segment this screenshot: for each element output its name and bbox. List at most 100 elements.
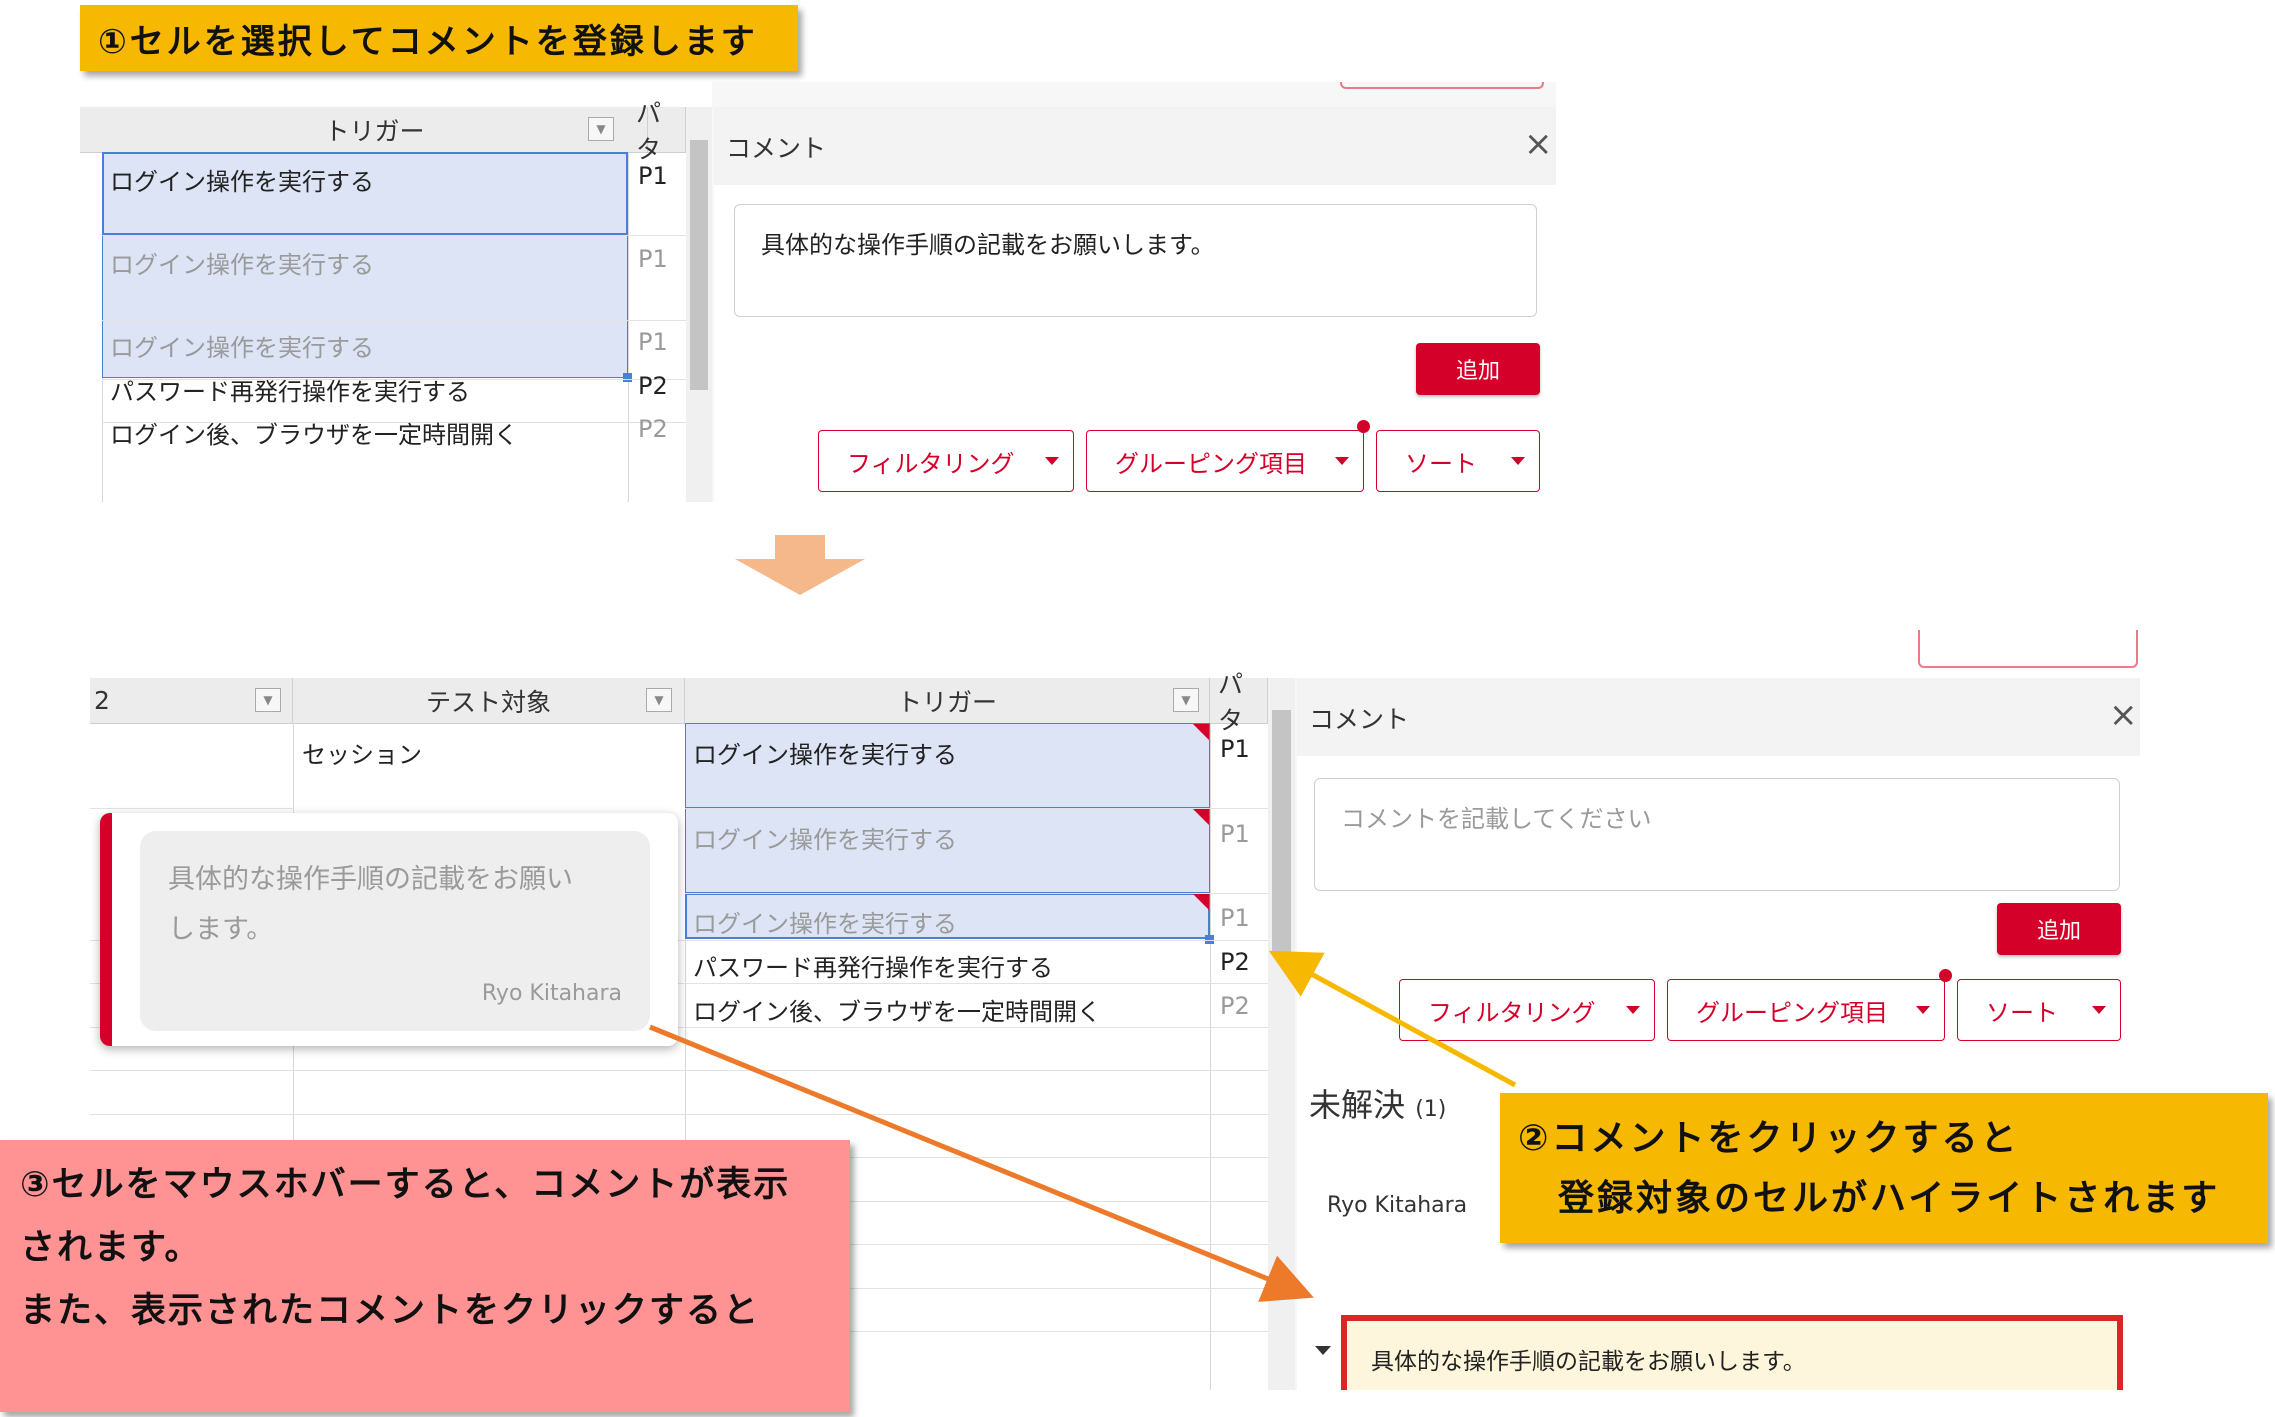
unresolved-count: (1) (1415, 1097, 1447, 1122)
table-row[interactable]: P1 (1220, 735, 1250, 763)
filter-dropdown-icon[interactable]: ▼ (646, 688, 672, 712)
table-row[interactable]: ログイン操作を実行する (110, 245, 374, 280)
top-grid-header: トリガー ▼ パタ (80, 99, 712, 164)
callout-step2: ②コメントをクリックすると 登録対象のセルがハイライトされます (1500, 1093, 2268, 1243)
add-comment-button[interactable]: 追加 (1997, 903, 2121, 955)
close-icon[interactable]: × (1524, 127, 1553, 161)
bottom-col-trigger-label: トリガー (896, 687, 997, 717)
filter-dropdown-icon[interactable]: ▼ (255, 688, 281, 712)
table-row[interactable]: P1 (638, 245, 668, 273)
hover-comment-popup[interactable]: 具体的な操作手順の記載をお願い します。 Ryo Kitahara (100, 813, 678, 1046)
table-row[interactable]: ログイン操作を実行する (110, 162, 374, 197)
callout-step3-line2: されます。 (20, 1228, 202, 1268)
grid-line (685, 893, 1295, 894)
close-icon[interactable]: × (2109, 698, 2138, 732)
unresolved-label: 未解決 (1309, 1086, 1406, 1124)
table-row[interactable]: P2 (638, 415, 668, 443)
chevron-down-icon (1511, 457, 1525, 465)
table-row[interactable]: ログイン後、ブラウザを一定時間開く (110, 415, 518, 450)
filter-button[interactable]: フィルタリング (818, 430, 1074, 492)
top-scrollbar-thumb[interactable] (690, 140, 708, 390)
comment-panel-header (1297, 678, 2140, 756)
callout-step1-text: ①セルを選択してコメントを登録します (98, 21, 758, 62)
grid-line (90, 1070, 1270, 1071)
top-col-trigger-label: トリガー (324, 116, 425, 146)
bottom-grid-header: 2 ▼ テスト対象 ▼ トリガー ▼ パタ (90, 670, 1295, 735)
table-row[interactable]: P1 (1220, 820, 1250, 848)
bottom-col-target-label: テスト対象 (425, 687, 551, 717)
hover-comment-text: します。 (168, 914, 274, 945)
callout-step3-line1: ③セルをマウスホバーすると、コメントが表示 (20, 1165, 791, 1205)
table-row[interactable]: ログイン操作を実行する (110, 328, 374, 363)
table-row[interactable]: P1 (1220, 904, 1250, 932)
hover-comment-bubble[interactable]: 具体的な操作手順の記載をお願い します。 Ryo Kitahara (140, 831, 650, 1031)
comment-input[interactable]: 具体的な操作手順の記載をお願いします。 (734, 204, 1537, 317)
comment-input[interactable]: コメントを記載してください (1314, 778, 2120, 891)
bottom-col-pattern: パタ (1210, 670, 1268, 735)
grouping-button[interactable]: グルーピング項目 (1086, 430, 1364, 492)
callout-step2-line1: ②コメントをクリックすると (1518, 1118, 2020, 1159)
notification-dot (1939, 969, 1952, 982)
comment-author: Ryo Kitahara (1327, 1193, 1468, 1218)
table-row[interactable]: P2 (638, 372, 668, 400)
chevron-down-icon (1335, 457, 1349, 465)
filter-button[interactable]: フィルタリング (1399, 979, 1655, 1041)
grid-line (628, 152, 629, 502)
comment-panel-title: コメント (1309, 705, 1410, 734)
filter-dropdown-icon[interactable]: ▼ (1173, 688, 1199, 712)
table-row[interactable]: P1 (638, 328, 668, 356)
comment-item-text: 具体的な操作手順の記載をお願いします。 (1371, 1349, 1806, 1375)
chevron-down-icon (1045, 457, 1059, 465)
comment-marker (1193, 894, 1209, 910)
grouping-button-label: グルーピング項目 (1696, 998, 1888, 1027)
unresolved-heading[interactable]: 未解決 (1) (1309, 1080, 1446, 1126)
add-comment-button[interactable]: 追加 (1416, 343, 1540, 395)
sort-button[interactable]: ソート (1957, 979, 2121, 1041)
table-row[interactable]: P2 (1220, 992, 1250, 1020)
partial-button-edge (1340, 82, 1544, 89)
bottom-col-2-label: 2 (94, 686, 110, 715)
expand-caret-icon[interactable] (1315, 1346, 1331, 1355)
table-row[interactable]: パスワード再発行操作を実行する (110, 372, 470, 407)
table-row[interactable]: パスワード再発行操作を実行する (693, 948, 1053, 983)
arrow-down-icon (735, 535, 865, 595)
table-row[interactable]: ログイン操作を実行する (693, 735, 957, 770)
bottom-col-trigger: トリガー (685, 678, 1210, 723)
callout-step3: ③セルをマウスホバーすると、コメントが表示 されます。 また、表示されたコメント… (0, 1140, 850, 1412)
table-cell[interactable]: セッション (302, 735, 422, 770)
bottom-scrollbar-thumb[interactable] (1272, 710, 1291, 955)
comment-marker (1193, 724, 1209, 740)
filter-dropdown-icon[interactable]: ▼ (588, 117, 614, 141)
grouping-button-label: グルーピング項目 (1115, 449, 1307, 478)
chevron-down-icon (1916, 1006, 1930, 1014)
grid-line (685, 808, 1295, 809)
top-grid: トリガー ▼ パタ ログイン操作を実行する P1 ログイン操作を実行する P1 … (80, 82, 712, 502)
sort-button-label: ソート (1405, 449, 1477, 478)
callout-step3-line3: また、表示されたコメントをクリックすると (20, 1291, 761, 1331)
chevron-down-icon (1626, 1006, 1640, 1014)
table-row[interactable]: ログイン操作を実行する (693, 820, 957, 855)
table-row[interactable]: P2 (1220, 948, 1250, 976)
table-row[interactable]: P1 (638, 162, 668, 190)
comment-marker (1193, 809, 1209, 825)
comment-item[interactable]: 具体的な操作手順の記載をお願いします。 (1341, 1315, 2123, 1390)
table-row[interactable]: ログイン後、ブラウザを一定時間開く (693, 992, 1101, 1027)
bottom-col-pattern-label: パタ (1218, 669, 1244, 735)
top-comment-panel: コメント × 具体的な操作手順の記載をお願いします。 追加 フィルタリング グル… (714, 107, 1556, 502)
filter-button-label: フィルタリング (1428, 998, 1596, 1027)
sort-button[interactable]: ソート (1376, 430, 1540, 492)
comment-panel-header (714, 107, 1556, 185)
bottom-comment-panel: コメント × コメントを記載してください 追加 フィルタリング グルーピング項目… (1297, 678, 2140, 1390)
top-screenshot: トリガー ▼ パタ ログイン操作を実行する P1 ログイン操作を実行する P1 … (80, 82, 1556, 502)
table-row[interactable]: ログイン操作を実行する (693, 904, 957, 939)
top-col-pattern: パタ (628, 99, 686, 164)
grouping-button[interactable]: グルーピング項目 (1667, 979, 1945, 1041)
top-col-pattern-label: パタ (636, 98, 662, 164)
fill-handle[interactable] (623, 373, 632, 382)
chevron-down-icon (2092, 1006, 2106, 1014)
grid-line (1210, 723, 1211, 1390)
top-col-trigger: トリガー (102, 107, 648, 152)
sort-button-label: ソート (1986, 998, 2058, 1027)
notification-dot (1357, 420, 1370, 433)
partial-toolbar (90, 630, 2140, 678)
